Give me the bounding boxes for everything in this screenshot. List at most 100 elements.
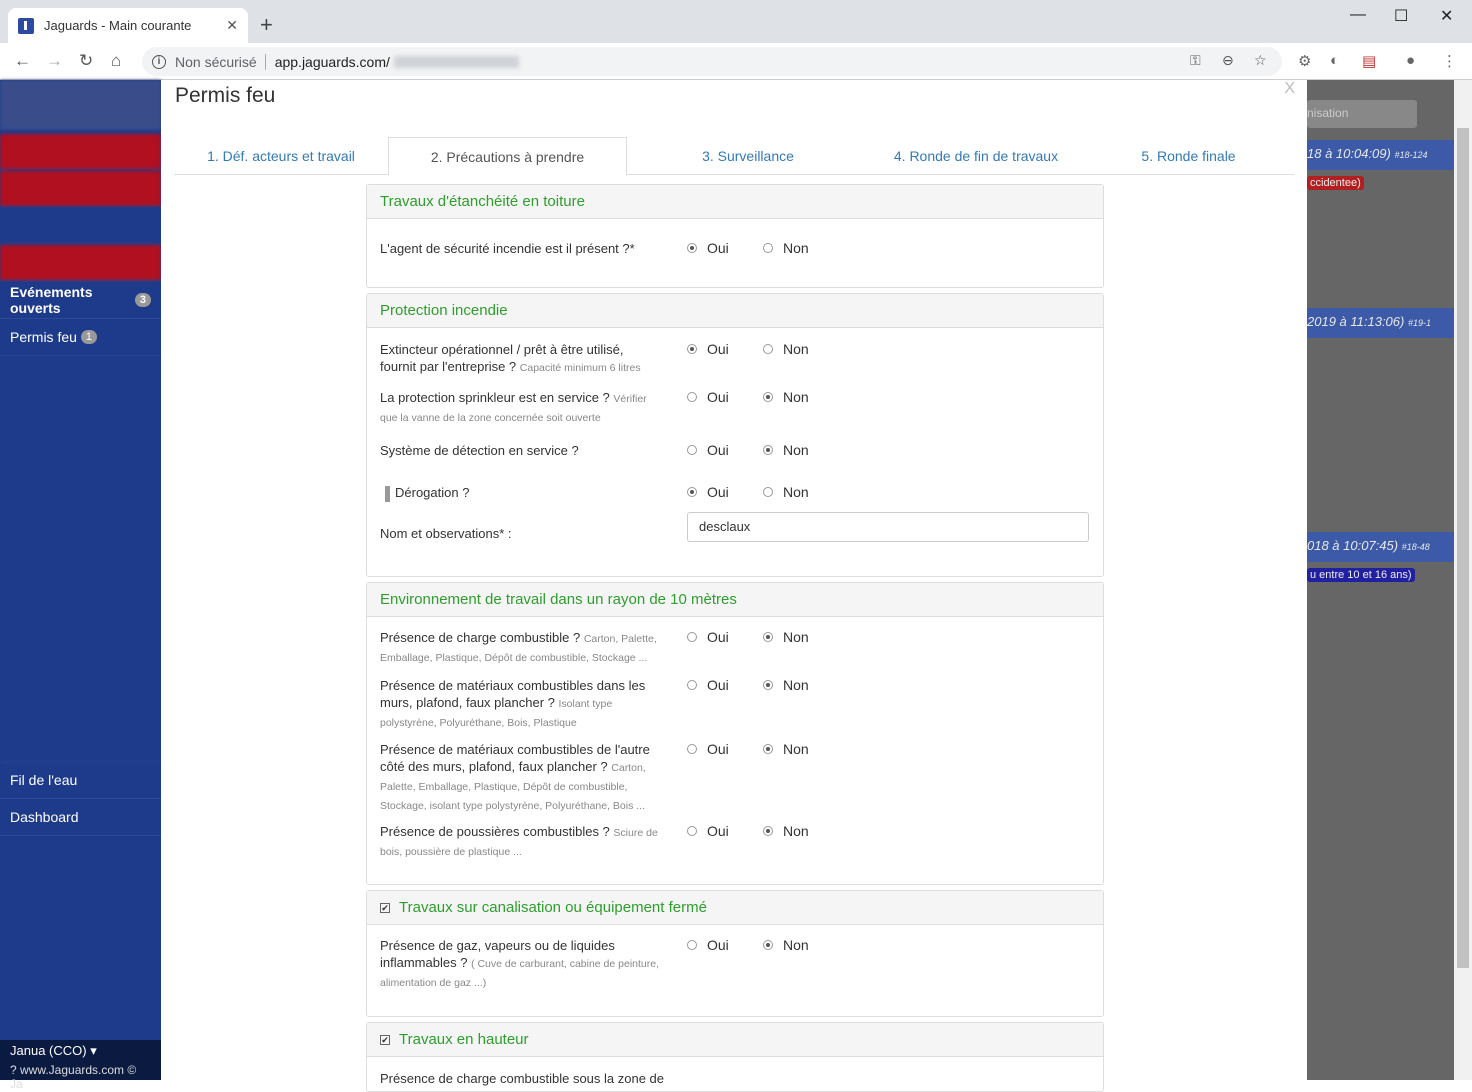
radio-oui[interactable]: Oui [687,389,729,405]
radio-non[interactable]: Non [763,442,809,458]
radio-non[interactable]: Non [763,629,809,645]
radio-checked-icon[interactable] [763,940,773,950]
panel-canalisation: ✔ Travaux sur canalisation ou équipement … [366,890,1104,1017]
menu-icon[interactable]: ⋮ [1442,52,1457,70]
radio-oui[interactable]: Oui [687,937,729,953]
radio-label: Non [783,240,809,256]
radio-checked-icon[interactable] [687,344,697,354]
radio-non[interactable]: Non [763,341,809,357]
radio-non[interactable]: Non [763,741,809,757]
radio-unchecked-icon[interactable] [763,487,773,497]
browser-toolbar: ← → ↻ ⌂ i Non sécurisé app.jaguards.com/… [0,43,1472,80]
radio-unchecked-icon[interactable] [687,445,697,455]
tab-surveillance[interactable]: 3. Surveillance [627,137,869,175]
radio-non[interactable]: Non [763,389,809,405]
info-icon[interactable]: i [152,54,166,69]
event-id: #18-124 [1394,150,1428,160]
radio-unchecked-icon[interactable] [687,826,697,836]
sidebar-item-dashboard[interactable]: Dashboard [0,799,161,836]
filter-select[interactable]: nisation [1307,100,1417,128]
new-tab-button[interactable]: + [260,12,273,38]
tab-precautions[interactable]: 2. Précautions à prendre [388,137,627,176]
radio-oui[interactable]: Oui [687,442,729,458]
question-label: Système de détection en service ? [380,443,579,458]
tab-acteurs[interactable]: 1. Déf. acteurs et travail [174,137,388,175]
star-icon[interactable]: ☆ [1254,52,1267,69]
modal-close-button[interactable]: X [1284,80,1295,98]
radio-unchecked-icon[interactable] [687,940,697,950]
panel-header: ✔ Travaux sur canalisation ou équipement … [367,891,1103,925]
sidebar-item-blurred[interactable] [0,245,161,281]
radio-checked-icon[interactable] [763,632,773,642]
radio-checked-icon[interactable] [763,445,773,455]
user-menu[interactable]: Janua (CCO) ▾ [0,1040,161,1062]
radio-unchecked-icon[interactable] [687,744,697,754]
radio-unchecked-icon[interactable] [687,680,697,690]
sidebar-item-blurred[interactable] [0,134,161,170]
extension-icon[interactable]: ◐ [1330,52,1339,69]
radio-checked-icon[interactable] [763,744,773,754]
tab-ronde-fin[interactable]: 4. Ronde de fin de travaux [869,137,1083,175]
scrollbar-thumb[interactable] [1457,128,1469,968]
radio-checked-icon[interactable] [687,487,697,497]
sidebar-item-fil[interactable]: Fil de l'eau [0,762,161,799]
observations-input[interactable]: desclaux [687,512,1089,542]
minimize-button[interactable]: — [1350,6,1366,24]
radio-unchecked-icon[interactable] [687,392,697,402]
event-header[interactable]: 2019 à 11:13:06) #19-1 [1307,308,1454,338]
radio-checked-icon[interactable] [763,826,773,836]
radio-unchecked-icon[interactable] [763,243,773,253]
event-header[interactable]: 18 à 10:04:09) #18-124 [1307,140,1454,170]
sidebar-item-events[interactable]: Evénements ouverts 3 [0,282,161,319]
question-text: La protection sprinkleur est en service … [380,390,610,405]
forward-icon[interactable]: → [46,51,63,71]
sidebar-item-permis-feu[interactable]: Permis feu 1 [0,319,161,356]
close-window-button[interactable]: ✕ [1440,6,1453,26]
reload-icon[interactable]: ↻ [79,51,93,71]
sidebar-item-label: Fil de l'eau [10,772,78,788]
sidebar-footer: Janua (CCO) ▾ ? www.Jaguards.com © Ja [0,1040,161,1091]
radio-oui[interactable]: Oui [687,484,729,500]
radio-label: Non [783,741,809,757]
zoom-icon[interactable]: ⊖ [1222,52,1234,69]
radio-non[interactable]: Non [763,677,809,693]
sidebar-item-blurred[interactable] [0,171,161,207]
radio-oui[interactable]: Oui [687,629,729,645]
blurred-url-path [393,55,519,68]
url-text: app.jaguards.com/ [274,53,390,70]
browser-tab[interactable]: Jaguards - Main courante ✕ [8,8,248,43]
maximize-button[interactable]: ☐ [1394,6,1408,26]
page-scrollbar[interactable] [1454,80,1472,1080]
radio-oui[interactable]: Oui [687,341,729,357]
profile-icon[interactable]: ● [1406,52,1415,69]
radio-checked-icon[interactable] [763,680,773,690]
radio-non[interactable]: Non [763,937,809,953]
radio-oui[interactable]: Oui [687,240,729,256]
checkbox-checked-icon[interactable]: ✔ [380,902,390,913]
radio-checked-icon[interactable] [687,243,697,253]
tab-close-icon[interactable]: ✕ [226,17,238,34]
extension-icon[interactable]: ⚙ [1298,52,1311,70]
key-icon[interactable]: ⚿ [1190,52,1201,69]
radio-non[interactable]: Non [763,240,809,256]
radio-non[interactable]: Non [763,484,809,500]
address-bar[interactable]: i Non sécurisé app.jaguards.com/ ⚿ ⊖ ☆ [142,47,1282,76]
radio-checked-icon[interactable] [763,392,773,402]
radio-oui[interactable]: Oui [687,823,729,839]
radio-oui[interactable]: Oui [687,741,729,757]
back-icon[interactable]: ← [14,51,31,71]
radio-unchecked-icon[interactable] [687,632,697,642]
panel-title: Travaux sur canalisation ou équipement f… [399,899,707,916]
tab-ronde-finale[interactable]: 5. Ronde finale [1083,137,1294,175]
radio-label: Oui [707,341,729,357]
radio-label: Non [783,629,809,645]
checkbox-checked-icon[interactable]: ✔ [380,1034,390,1045]
radio-non[interactable]: Non [763,823,809,839]
question-hint: Capacité minimum 6 litres [519,362,641,374]
radio-unchecked-icon[interactable] [763,344,773,354]
sidebar-item-blurred[interactable] [0,208,161,244]
event-header[interactable]: 018 à 10:07:45) #18-48 [1307,532,1454,562]
radio-oui[interactable]: Oui [687,677,729,693]
home-icon[interactable]: ⌂ [111,51,121,71]
pdf-extension-icon[interactable]: ▤ [1362,52,1376,70]
